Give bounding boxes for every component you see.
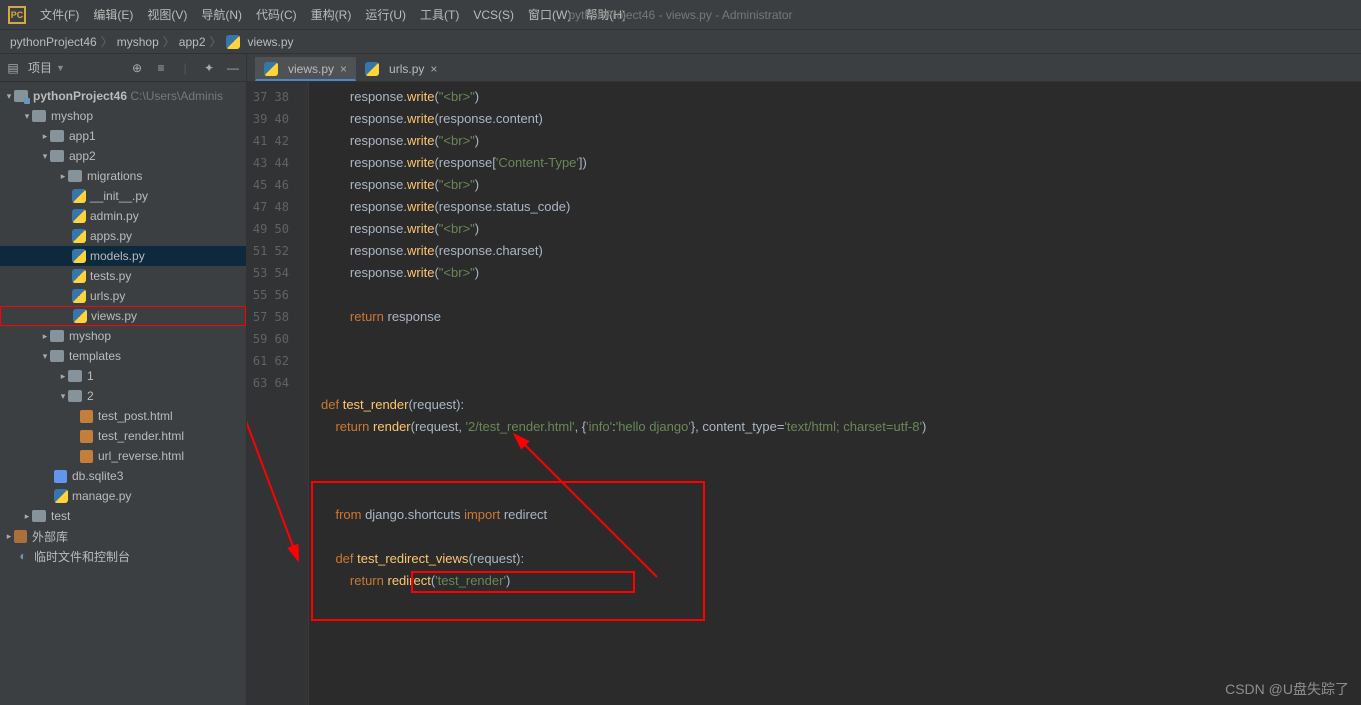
folder-icon [50, 330, 64, 342]
expand-icon[interactable]: ≡ [154, 61, 168, 75]
editor-body[interactable]: 37 38 39 40 41 42 43 44 45 46 47 48 49 5… [247, 82, 1361, 705]
sidebar-title[interactable]: 项目 ▼ [28, 59, 65, 76]
python-file-icon [365, 62, 379, 76]
folder-icon [68, 390, 82, 402]
folder-icon [32, 510, 46, 522]
menu-view[interactable]: 视图(V) [147, 6, 187, 23]
editor-tabs: views.py× urls.py× [247, 54, 1361, 82]
tree-file[interactable]: db.sqlite3 [0, 466, 246, 486]
gutter-fold-area[interactable] [295, 82, 309, 705]
tree-folder[interactable]: ▸test [0, 506, 246, 526]
tree-file[interactable]: urls.py [0, 286, 246, 306]
scratch-icon: ◐ [16, 549, 30, 563]
tree-file[interactable]: manage.py [0, 486, 246, 506]
tree-root[interactable]: ▾pythonProject46 C:\Users\Adminis [0, 86, 246, 106]
python-file-icon [264, 62, 278, 76]
python-file-icon [226, 35, 240, 49]
project-tree[interactable]: ▾pythonProject46 C:\Users\Adminis ▾mysho… [0, 82, 246, 570]
folder-icon [32, 110, 46, 122]
gear-icon[interactable]: ✦ [202, 61, 216, 75]
project-view-icon[interactable]: ▤ [6, 61, 20, 75]
title-bar: PC 文件(F) 编辑(E) 视图(V) 导航(N) 代码(C) 重构(R) 运… [0, 0, 1361, 30]
tree-folder[interactable]: ▸app1 [0, 126, 246, 146]
hide-icon[interactable]: — [226, 61, 240, 75]
tab-views[interactable]: views.py× [255, 57, 356, 81]
python-file-icon [72, 209, 86, 223]
breadcrumb-file[interactable]: views.py [248, 35, 294, 49]
menu-code[interactable]: 代码(C) [256, 6, 297, 23]
python-file-icon [72, 289, 86, 303]
chevron-right-icon: 〉 [210, 33, 222, 50]
tree-folder[interactable]: ▾myshop [0, 106, 246, 126]
tree-folder[interactable]: ▸migrations [0, 166, 246, 186]
tree-folder[interactable]: ▸1 [0, 366, 246, 386]
chevron-down-icon: ▼ [56, 63, 65, 73]
breadcrumb-item[interactable]: myshop [117, 35, 159, 49]
tree-file[interactable]: admin.py [0, 206, 246, 226]
folder-icon [68, 170, 82, 182]
tree-file[interactable]: tests.py [0, 266, 246, 286]
menu-file[interactable]: 文件(F) [40, 6, 79, 23]
divider-icon: | [178, 61, 192, 75]
python-file-icon [72, 249, 86, 263]
chevron-right-icon: 〉 [101, 33, 113, 50]
breadcrumb-root[interactable]: pythonProject46 [10, 35, 97, 49]
library-icon [14, 530, 27, 543]
target-icon[interactable]: ⊕ [130, 61, 144, 75]
menu-window[interactable]: 窗口(W) [528, 6, 571, 23]
tree-folder[interactable]: ▾2 [0, 386, 246, 406]
window-title: pythonProject46 - views.py - Administrat… [568, 8, 792, 22]
folder-icon [50, 350, 64, 362]
breadcrumb-item[interactable]: app2 [179, 35, 206, 49]
menu-run[interactable]: 运行(U) [365, 6, 406, 23]
python-file-icon [73, 309, 87, 323]
menu-edit[interactable]: 编辑(E) [93, 6, 133, 23]
tree-folder[interactable]: ▾templates [0, 346, 246, 366]
sidebar-header: ▤ 项目 ▼ ⊕ ≡ | ✦ — [0, 54, 246, 82]
folder-icon [50, 150, 64, 162]
python-file-icon [72, 189, 86, 203]
tree-folder[interactable]: ▾app2 [0, 146, 246, 166]
menu-nav[interactable]: 导航(N) [201, 6, 242, 23]
breadcrumb: pythonProject46 〉 myshop 〉 app2 〉 views.… [0, 30, 1361, 54]
annotation-box [311, 481, 705, 621]
database-icon [54, 470, 67, 483]
menu-refactor[interactable]: 重构(R) [311, 6, 352, 23]
menu-vcs[interactable]: VCS(S) [473, 8, 514, 22]
html-file-icon [80, 450, 93, 463]
python-file-icon [72, 229, 86, 243]
close-icon[interactable]: × [340, 62, 347, 76]
folder-icon [14, 90, 28, 102]
close-icon[interactable]: × [430, 62, 437, 76]
tree-file[interactable]: __init__.py [0, 186, 246, 206]
html-file-icon [80, 410, 93, 423]
app-logo-icon: PC [8, 6, 26, 24]
tree-file[interactable]: apps.py [0, 226, 246, 246]
watermark: CSDN @U盘失踪了 [1225, 679, 1349, 699]
python-file-icon [54, 489, 68, 503]
tree-scratch[interactable]: ◐临时文件和控制台 [0, 546, 246, 566]
tree-file[interactable]: models.py [0, 246, 246, 266]
tree-folder[interactable]: ▸myshop [0, 326, 246, 346]
tree-file[interactable]: test_post.html [0, 406, 246, 426]
chevron-right-icon: 〉 [163, 33, 175, 50]
tree-file-highlighted[interactable]: views.py [0, 306, 246, 326]
editor-area: views.py× urls.py× 37 38 39 40 41 42 43 … [247, 54, 1361, 705]
menu-tools[interactable]: 工具(T) [420, 6, 459, 23]
line-gutter[interactable]: 37 38 39 40 41 42 43 44 45 46 47 48 49 5… [247, 82, 295, 705]
tab-urls[interactable]: urls.py× [356, 57, 446, 81]
python-file-icon [72, 269, 86, 283]
tree-file[interactable]: test_render.html [0, 426, 246, 446]
folder-icon [50, 130, 64, 142]
project-sidebar: ▤ 项目 ▼ ⊕ ≡ | ✦ — ▾pythonProject46 C:\Use… [0, 54, 247, 705]
html-file-icon [80, 430, 93, 443]
tree-file[interactable]: url_reverse.html [0, 446, 246, 466]
tree-external-libs[interactable]: ▸外部库 [0, 526, 246, 546]
folder-icon [68, 370, 82, 382]
annotation-box [411, 571, 635, 593]
